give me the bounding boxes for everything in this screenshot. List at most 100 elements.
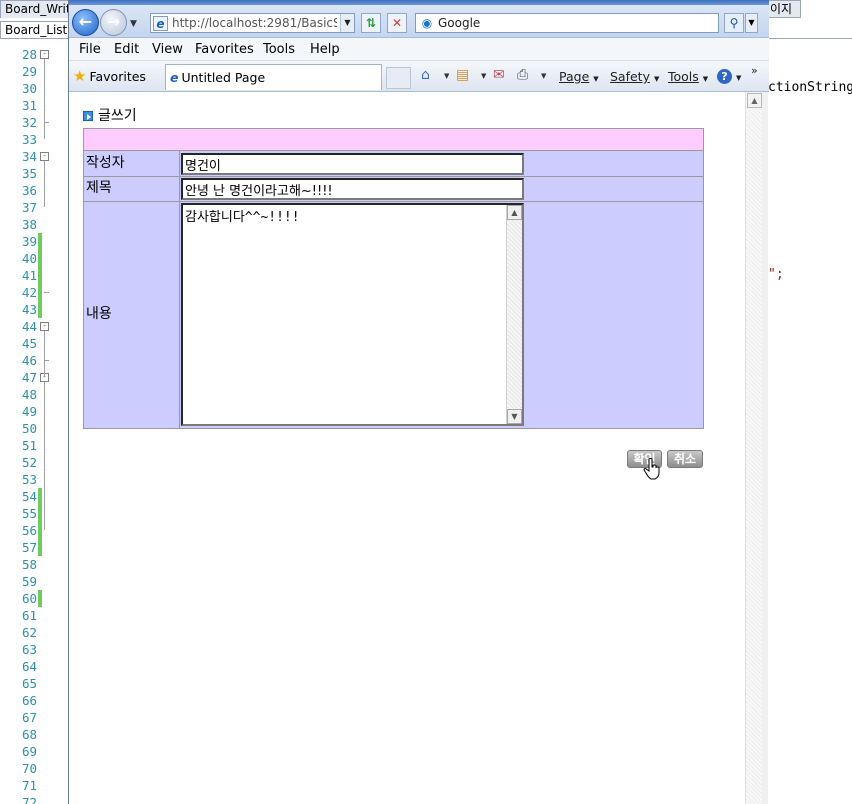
line-number: 38 — [21, 217, 37, 232]
page-content: 글쓰기 작성자 제목 내용 감사합니다^^~!!!! ▲ ▼ 확인 취소 — [69, 92, 745, 804]
feeds-icon[interactable]: ▤ — [456, 66, 469, 84]
page-scrollbar[interactable]: ▲ — [745, 92, 762, 804]
subject-label: 제목 — [86, 180, 112, 196]
ie-page-icon: e — [170, 70, 179, 85]
search-bar[interactable]: ◉ — [415, 13, 719, 33]
line-number: 59 — [21, 574, 37, 589]
line-number: 49 — [21, 404, 37, 419]
line-number: 60 — [21, 591, 37, 606]
tools-menu-label: Tools — [668, 69, 699, 84]
collapse-icon[interactable]: - — [40, 322, 49, 331]
line-number: 66 — [21, 693, 37, 708]
back-button[interactable]: ← — [72, 9, 99, 36]
scroll-down-icon[interactable]: ▼ — [507, 409, 522, 424]
help-button[interactable]: ? ▼ — [717, 67, 741, 87]
line-number: 71 — [21, 778, 37, 793]
chevron-more-icon[interactable]: » — [751, 62, 758, 79]
page-menu-button[interactable]: Page ▼ — [559, 68, 599, 88]
line-number: 42 — [21, 285, 37, 300]
menu-help[interactable]: Help — [310, 41, 340, 58]
command-bar: ★ Favorites e Untitled Page ⌂ ▼ ▤ ▼ ✉ ⎙ ▼ … — [69, 61, 769, 92]
line-number: 65 — [21, 676, 37, 691]
help-icon: ? — [717, 69, 732, 84]
search-input[interactable] — [438, 14, 708, 32]
print-icon[interactable]: ⎙ — [517, 66, 528, 84]
author-input[interactable] — [181, 153, 524, 175]
change-marker — [38, 522, 42, 539]
address-input[interactable] — [172, 14, 337, 32]
refresh-button[interactable]: ⇅ — [361, 13, 381, 33]
history-dropdown-icon[interactable]: ▼ — [130, 19, 137, 29]
change-marker — [38, 590, 42, 607]
page-icon: e — [153, 16, 168, 31]
feeds-dropdown-icon[interactable]: ▼ — [481, 72, 486, 80]
fold-end-marker — [44, 292, 49, 293]
tools-menu-button[interactable]: Tools ▼ — [668, 68, 708, 88]
address-bar[interactable]: e ▼ — [150, 13, 355, 33]
line-number: 69 — [21, 744, 37, 759]
bullet-arrow-icon — [83, 111, 93, 121]
line-number: 47 — [21, 370, 37, 385]
line-number: 35 — [21, 166, 37, 181]
line-number: 40 — [21, 251, 37, 266]
form-row-divider — [84, 201, 703, 202]
ide-tab-board-list[interactable]: Board_List — [0, 21, 70, 39]
form-header-strip — [84, 129, 703, 151]
line-number: 37 — [21, 200, 37, 215]
menu-view[interactable]: View — [152, 41, 183, 58]
line-number: 46 — [21, 353, 37, 368]
home-dropdown-icon[interactable]: ▼ — [444, 72, 449, 80]
subject-input[interactable] — [181, 178, 524, 200]
line-number: 53 — [21, 472, 37, 487]
collapse-icon[interactable]: - — [40, 50, 49, 59]
form-row-divider — [84, 176, 703, 177]
search-icon[interactable]: ⚲ — [724, 13, 744, 33]
tab-untitled-page[interactable]: e Untitled Page — [165, 64, 382, 90]
line-number: 64 — [21, 659, 37, 674]
menu-tools[interactable]: Tools — [263, 41, 295, 58]
scroll-up-icon[interactable]: ▲ — [747, 93, 762, 108]
new-tab-button[interactable] — [386, 67, 411, 89]
change-marker — [38, 250, 42, 267]
line-number: 63 — [21, 642, 37, 657]
fold-guide-line — [44, 331, 45, 377]
line-number: 41 — [21, 268, 37, 283]
change-marker — [38, 505, 42, 522]
change-marker — [38, 539, 42, 556]
textarea-scrollbar[interactable]: ▲ ▼ — [506, 205, 522, 424]
print-dropdown-icon[interactable]: ▼ — [541, 72, 546, 80]
line-number: 52 — [21, 455, 37, 470]
safety-menu-button[interactable]: Safety ▼ — [610, 68, 659, 88]
menu-favorites[interactable]: Favorites — [195, 41, 254, 58]
forward-button[interactable]: → — [100, 9, 127, 36]
address-dropdown-icon[interactable]: ▼ — [340, 14, 354, 32]
stop-button[interactable]: ✕ — [387, 13, 407, 33]
ide-tab-divider-right — [767, 38, 852, 39]
ide-tab-right[interactable]: 이지 — [765, 0, 801, 18]
menu-edit[interactable]: Edit — [114, 41, 139, 58]
ide-line-gutter: 28-29 30 31 32 33 34-35 36 37 38 39 40 41 42 43 44-45 4… — [0, 46, 68, 804]
home-icon[interactable]: ⌂ — [421, 66, 430, 84]
content-label: 내용 — [86, 306, 112, 322]
line-number: 61 — [21, 608, 37, 623]
favorites-button[interactable]: ★ Favorites — [73, 67, 146, 85]
line-number: 32 — [21, 115, 37, 130]
scroll-up-icon[interactable]: ▲ — [507, 205, 522, 220]
ide-tab-board-write[interactable]: Board_Writ — [0, 0, 70, 18]
content-textarea[interactable]: 감사합니다^^~!!!! — [181, 203, 524, 426]
write-form: 작성자 제목 내용 감사합니다^^~!!!! ▲ ▼ — [83, 128, 704, 429]
chevron-down-icon: ▼ — [593, 75, 599, 83]
line-number: 50 — [21, 421, 37, 436]
menu-file[interactable]: File — [79, 41, 101, 58]
browser-window: ← → ▼ e ▼ ⇅ ✕ ◉ ⚲ ▼ File Edit View Favor… — [68, 0, 769, 804]
line-number: 45 — [21, 336, 37, 351]
ide-tab-divider — [0, 38, 70, 39]
section-title: 글쓰기 — [98, 108, 137, 124]
collapse-icon[interactable]: - — [40, 152, 49, 161]
line-number: 33 — [21, 132, 37, 147]
line-number: 51 — [21, 438, 37, 453]
search-options-icon[interactable]: ▼ — [745, 13, 758, 33]
cancel-button[interactable]: 취소 — [667, 450, 703, 468]
line-number: 70 — [21, 761, 37, 776]
mail-icon[interactable]: ✉ — [493, 66, 505, 84]
